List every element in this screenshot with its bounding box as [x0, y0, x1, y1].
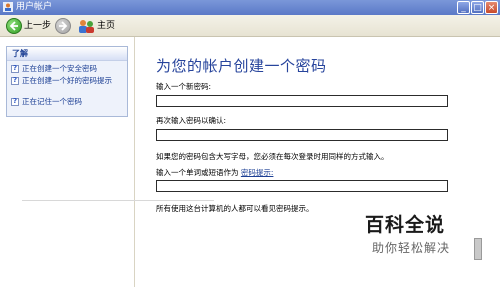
password-hint-field[interactable]	[156, 180, 448, 192]
task-link-label: 正在创建一个好的密码提示	[22, 76, 112, 85]
back-arrow-icon	[9, 21, 18, 31]
hint-prompt-line: 输入一个单词或短语作为 密码提示:	[156, 167, 273, 178]
watermark-brand: 百科全说	[365, 214, 446, 236]
page-title: 为您的帐户创建一个密码	[156, 57, 327, 75]
hint-prompt-text: 输入一个单词或短语作为	[156, 168, 239, 177]
watermark-tagline: 助你轻松解决	[372, 241, 451, 255]
maximize-button[interactable]: □	[471, 1, 484, 14]
forward-button[interactable]	[55, 18, 71, 34]
window-title: 用户帐户	[16, 2, 53, 12]
back-button[interactable]	[6, 18, 22, 34]
watermark: 百科全说 助你轻松解决	[365, 210, 485, 260]
home-users-icon[interactable]	[78, 18, 95, 34]
user-accounts-icon	[3, 2, 13, 12]
task-pane: 了解 正在创建一个安全密码 正在创建一个好的密码提示 正在记住一个密码	[0, 37, 135, 287]
confirm-password-label: 再次输入密码以确认:	[156, 116, 227, 125]
confirm-password-field[interactable]	[156, 129, 448, 141]
help-icon	[11, 64, 19, 73]
hint-visibility-note: 所有使用这台计算机的人都可以看见密码提示。	[156, 204, 314, 213]
task-link-label: 正在创建一个安全密码	[22, 64, 97, 73]
case-sensitivity-note: 如果您的密码包含大写字母，您必须在每次登录时用同样的方式输入。	[156, 152, 389, 161]
close-button[interactable]: ×	[485, 1, 498, 14]
forward-arrow-icon	[59, 21, 68, 31]
back-label[interactable]: 上一步	[24, 15, 51, 37]
help-icon	[11, 76, 19, 85]
task-link-label: 正在记住一个密码	[22, 97, 82, 106]
help-icon	[11, 97, 19, 106]
home-label[interactable]: 主页	[97, 15, 115, 37]
new-password-label: 输入一个新密码:	[156, 82, 212, 91]
new-password-field[interactable]	[156, 95, 448, 107]
password-hint-link[interactable]: 密码提示:	[241, 168, 274, 177]
minimize-button[interactable]: _	[457, 1, 470, 14]
learn-about-heading: 了解	[7, 47, 127, 61]
learn-about-panel: 了解 正在创建一个安全密码 正在创建一个好的密码提示 正在记住一个密码	[6, 46, 128, 117]
title-bar: 用户帐户 _ □ ×	[0, 0, 500, 15]
navigation-bar: 上一步 主页	[0, 15, 500, 37]
divider	[22, 200, 214, 201]
